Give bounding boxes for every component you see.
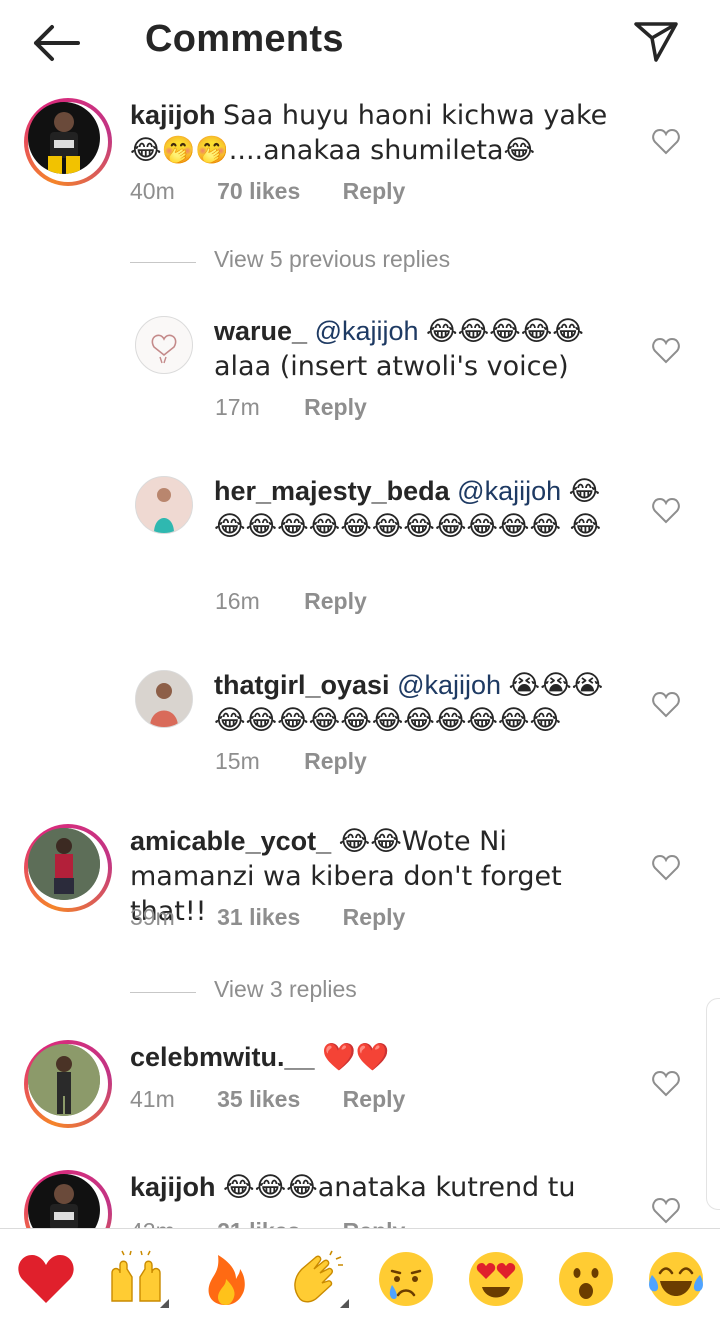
reply-button[interactable]: Reply xyxy=(343,1086,406,1112)
likes-count[interactable]: 70 likes xyxy=(217,178,300,204)
timestamp: 15m xyxy=(215,748,260,774)
avatar[interactable] xyxy=(135,316,193,374)
mention-link[interactable]: @kajijoh xyxy=(315,316,419,346)
timestamp: 40m xyxy=(130,178,175,204)
reply-item: her_majesty_beda @kajijoh 😂 😂😂😂😂😂😂😂😂😂😂😂 … xyxy=(0,476,720,626)
reply-meta: 16m Reply xyxy=(215,588,515,615)
reply-text: thatgirl_oyasi @kajijoh 😭😭😭 😂😂😂😂😂😂😂😂😂😂😂 xyxy=(214,668,614,738)
tears-of-joy-icon[interactable] xyxy=(646,1249,706,1309)
avatar[interactable] xyxy=(135,476,193,534)
likes-count[interactable]: 21 likes xyxy=(217,1218,300,1228)
reply-button[interactable]: Reply xyxy=(343,1218,406,1228)
comment-item: celebmwitu.__ ❤️❤️ 41m 35 likes Reply xyxy=(0,1040,720,1150)
comments-list[interactable]: kajijoh Saa huyu haoni kichwa yake😂🤭🤭...… xyxy=(0,90,720,1228)
reply-button[interactable]: Reply xyxy=(343,178,406,204)
fire-icon[interactable] xyxy=(196,1249,256,1309)
timestamp: 16m xyxy=(215,588,260,614)
comment-meta: 41m 35 likes Reply xyxy=(130,1086,460,1113)
comment-text: kajijoh Saa huyu haoni kichwa yake😂🤭🤭...… xyxy=(130,98,620,168)
reply-button[interactable]: Reply xyxy=(304,748,367,774)
timestamp: 42m xyxy=(130,1218,175,1228)
comment-meta: 42m 21 likes Reply xyxy=(130,1218,460,1228)
timestamp: 17m xyxy=(215,394,260,420)
view-previous-replies[interactable]: View 5 previous replies xyxy=(130,246,530,276)
top-bar: Comments xyxy=(0,0,720,90)
like-heart-icon[interactable] xyxy=(652,338,680,364)
back-arrow-icon[interactable] xyxy=(30,22,82,64)
comment-item: kajijoh 😂😂😂anataka kutrend tu 42m 21 lik… xyxy=(0,1170,720,1228)
username[interactable]: her_majesty_beda xyxy=(214,476,450,506)
username[interactable]: thatgirl_oyasi xyxy=(214,670,390,700)
emoji-reaction-bar xyxy=(0,1228,720,1326)
likes-count[interactable]: 31 likes xyxy=(217,904,300,930)
reply-button[interactable]: Reply xyxy=(304,588,367,614)
comment-meta: 40m 70 likes Reply xyxy=(130,178,460,205)
send-direct-icon[interactable] xyxy=(632,20,680,64)
like-heart-icon[interactable] xyxy=(652,1071,680,1097)
reply-meta: 15m Reply xyxy=(215,748,515,775)
page-title: Comments xyxy=(145,18,344,60)
like-heart-icon[interactable] xyxy=(652,1198,680,1224)
heart-eyes-icon[interactable] xyxy=(466,1249,526,1309)
crying-face-icon[interactable] xyxy=(376,1249,436,1309)
avatar-story-ring[interactable] xyxy=(24,824,112,912)
side-panel-edge[interactable] xyxy=(706,998,720,1210)
likes-count[interactable]: 35 likes xyxy=(217,1086,300,1112)
comment-body: 😂😂😂anataka kutrend tu xyxy=(223,1172,576,1203)
reply-button[interactable]: Reply xyxy=(304,394,367,420)
red-heart-icon[interactable] xyxy=(16,1249,76,1309)
like-heart-icon[interactable] xyxy=(652,498,680,524)
surprised-face-icon[interactable] xyxy=(556,1249,616,1309)
mention-link[interactable]: @kajijoh xyxy=(397,670,501,700)
username[interactable]: kajijoh xyxy=(130,1172,216,1202)
timestamp: 39m xyxy=(130,904,175,930)
comment-body: ❤️❤️ xyxy=(322,1042,390,1073)
reply-item: thatgirl_oyasi @kajijoh 😭😭😭 😂😂😂😂😂😂😂😂😂😂😂 … xyxy=(0,670,720,790)
mention-link[interactable]: @kajijoh xyxy=(457,476,561,506)
reply-button[interactable]: Reply xyxy=(343,904,406,930)
avatar xyxy=(28,828,100,900)
like-heart-icon[interactable] xyxy=(652,129,680,155)
username[interactable]: amicable_ycot_ xyxy=(130,826,331,856)
username[interactable]: kajijoh xyxy=(130,100,216,130)
avatar xyxy=(28,1044,100,1116)
comment-text: celebmwitu.__ ❤️❤️ xyxy=(130,1040,630,1075)
comment-meta: 39m 31 likes Reply xyxy=(130,904,460,931)
avatar xyxy=(28,102,100,174)
clapping-hands-icon[interactable] xyxy=(286,1249,346,1309)
like-heart-icon[interactable] xyxy=(652,692,680,718)
view-replies[interactable]: View 3 replies xyxy=(130,976,490,1006)
timestamp: 41m xyxy=(130,1086,175,1112)
avatar-story-ring[interactable] xyxy=(24,1040,112,1128)
raising-hands-icon[interactable] xyxy=(106,1249,166,1309)
avatar-story-ring[interactable] xyxy=(24,98,112,186)
username[interactable]: warue_ xyxy=(214,316,307,346)
reply-meta: 17m Reply xyxy=(215,394,515,421)
reply-text: her_majesty_beda @kajijoh 😂 😂😂😂😂😂😂😂😂😂😂😂 … xyxy=(214,474,614,544)
avatar[interactable] xyxy=(135,670,193,728)
avatar-story-ring[interactable] xyxy=(24,1170,112,1228)
comment-text: kajijoh 😂😂😂anataka kutrend tu xyxy=(130,1170,630,1205)
like-heart-icon[interactable] xyxy=(652,855,680,881)
reply-text: warue_ @kajijoh 😂😂😂😂😂 alaa (insert atwol… xyxy=(214,314,624,384)
username[interactable]: celebmwitu.__ xyxy=(130,1042,315,1072)
reply-item: warue_ @kajijoh 😂😂😂😂😂 alaa (insert atwol… xyxy=(0,316,720,436)
